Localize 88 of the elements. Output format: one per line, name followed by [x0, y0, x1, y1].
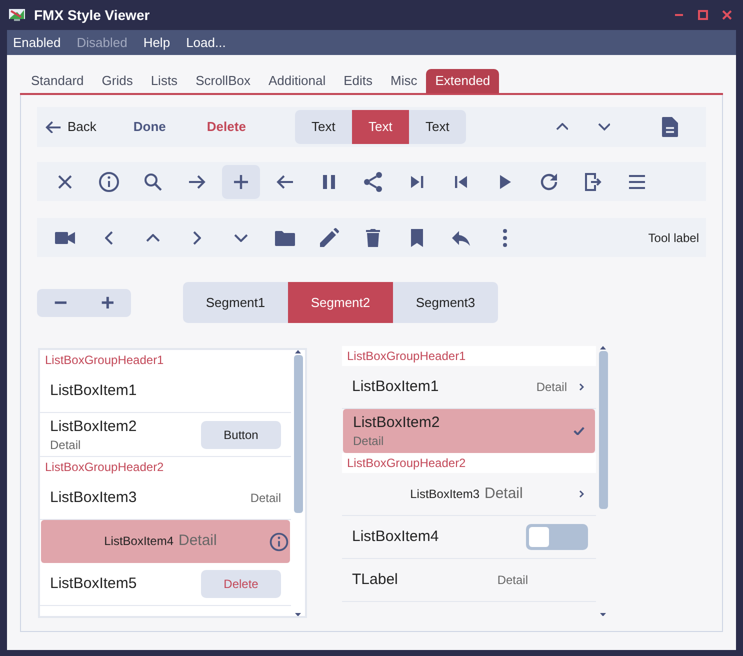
- item-text: ListBoxItem5: [50, 574, 138, 594]
- tab[interactable]: Standard: [22, 69, 93, 93]
- plus-icon: [233, 174, 249, 190]
- detail-text: Detail: [497, 572, 528, 589]
- detail-text: Detail: [536, 379, 567, 396]
- menu-item[interactable]: Enabled: [13, 32, 61, 52]
- menu-item[interactable]: Load...: [186, 32, 226, 52]
- info-icon: [97, 170, 121, 194]
- segment-button[interactable]: Segment3: [393, 282, 498, 323]
- list-item[interactable]: ListBoxItem2 Detail Button: [40, 413, 291, 457]
- delete-button[interactable]: Delete: [201, 570, 281, 598]
- decrement-button[interactable]: [54, 300, 68, 304]
- pencil-icon: [317, 226, 341, 250]
- done-button[interactable]: Done: [133, 117, 166, 137]
- item-text: TLabel: [352, 570, 399, 590]
- tab[interactable]: Grids: [92, 69, 142, 93]
- tab[interactable]: ScrollBox: [186, 69, 260, 93]
- back-arrow-icon: [45, 120, 62, 134]
- segment-button[interactable]: Text: [408, 110, 466, 144]
- checkmark-icon: [573, 426, 585, 436]
- maximize-icon[interactable]: [697, 9, 709, 21]
- more-icon: [502, 228, 508, 248]
- skip-previous-icon: [454, 174, 468, 188]
- detail-text: Detail: [50, 436, 82, 452]
- plus-icon: [100, 296, 114, 310]
- detail-text: Detail: [353, 433, 385, 449]
- tool-label: Tool label: [648, 230, 699, 246]
- menu-icon: [628, 174, 646, 190]
- play-icon: [498, 174, 512, 190]
- segment-button[interactable]: Text: [294, 110, 352, 144]
- tab[interactable]: Edits: [334, 69, 382, 93]
- scroll-down-icon[interactable]: [295, 612, 301, 616]
- group-header: ListBoxGroupHeader1: [342, 346, 596, 366]
- scroll-down-icon[interactable]: [600, 612, 606, 616]
- chevron-down-icon: [598, 123, 610, 131]
- segment-button[interactable]: Segment2: [288, 282, 393, 323]
- detail-text: Detail: [178, 531, 217, 552]
- tab[interactable]: Extended: [426, 69, 500, 93]
- item-text: ListBoxItem3: [50, 488, 138, 508]
- scrollbar-thumb[interactable]: [598, 350, 608, 508]
- share-icon: [361, 170, 385, 194]
- chevron-right-icon: [193, 230, 201, 244]
- chevron-left-icon: [105, 230, 113, 244]
- arrow-left-icon: [276, 174, 294, 188]
- detail-text: Detail: [250, 490, 281, 507]
- list-item[interactable]: TLabel Detail: [342, 559, 596, 602]
- chevron-down-icon: [234, 234, 248, 242]
- plus-button[interactable]: [222, 164, 260, 198]
- item-text: ListBoxItem1: [352, 377, 440, 397]
- group-header: ListBoxGroupHeader2: [342, 453, 596, 473]
- minus-icon: [54, 300, 68, 304]
- pause-icon: [322, 174, 336, 190]
- skip-next-icon: [410, 174, 424, 188]
- menu-item[interactable]: Help: [143, 32, 170, 52]
- window-title: FMX Style Viewer: [34, 6, 150, 25]
- segment-button[interactable]: Segment1: [183, 282, 288, 323]
- chevron-right-icon: [579, 490, 584, 498]
- app-icon: [8, 8, 26, 22]
- tab[interactable]: Additional: [259, 69, 335, 93]
- item-text: ListBoxItem1: [50, 381, 138, 401]
- back-button[interactable]: Back: [45, 112, 96, 142]
- detail-text: Detail: [484, 484, 523, 504]
- scrollbar-thumb[interactable]: [294, 354, 302, 512]
- list-item[interactable]: ListBoxItem3 Detail: [342, 473, 596, 516]
- info-icon[interactable]: [268, 530, 290, 552]
- increment-button[interactable]: [100, 296, 114, 310]
- item-text: ListBoxItem2: [50, 416, 138, 436]
- toggle-switch[interactable]: [526, 524, 588, 550]
- list-item[interactable]: ListBoxItem4: [342, 516, 596, 559]
- list-button[interactable]: Button: [201, 420, 281, 448]
- item-text: ListBoxItem2: [353, 413, 441, 433]
- chevron-right-icon: [579, 383, 584, 391]
- arrow-right-icon: [188, 174, 206, 188]
- list-item[interactable]: ListBoxItem1: [40, 370, 291, 413]
- list-item[interactable]: ListBoxItem5 Delete: [40, 563, 291, 606]
- close-icon[interactable]: [721, 9, 733, 21]
- chevron-up-icon: [146, 234, 160, 242]
- chevron-up-icon: [556, 123, 568, 131]
- close-icon: [57, 174, 73, 190]
- delete-button[interactable]: Delete: [206, 117, 246, 137]
- tab[interactable]: Misc: [382, 69, 426, 93]
- item-text: ListBoxItem3: [410, 486, 480, 503]
- segment-button[interactable]: Text: [352, 110, 409, 144]
- item-text: ListBoxItem4: [104, 533, 174, 550]
- list-item[interactable]: ListBoxItem2 Detail: [343, 409, 595, 453]
- item-text: ListBoxItem4: [352, 527, 440, 547]
- tab[interactable]: Lists: [142, 69, 187, 93]
- list-item[interactable]: ListBoxItem4 Detail: [41, 520, 290, 563]
